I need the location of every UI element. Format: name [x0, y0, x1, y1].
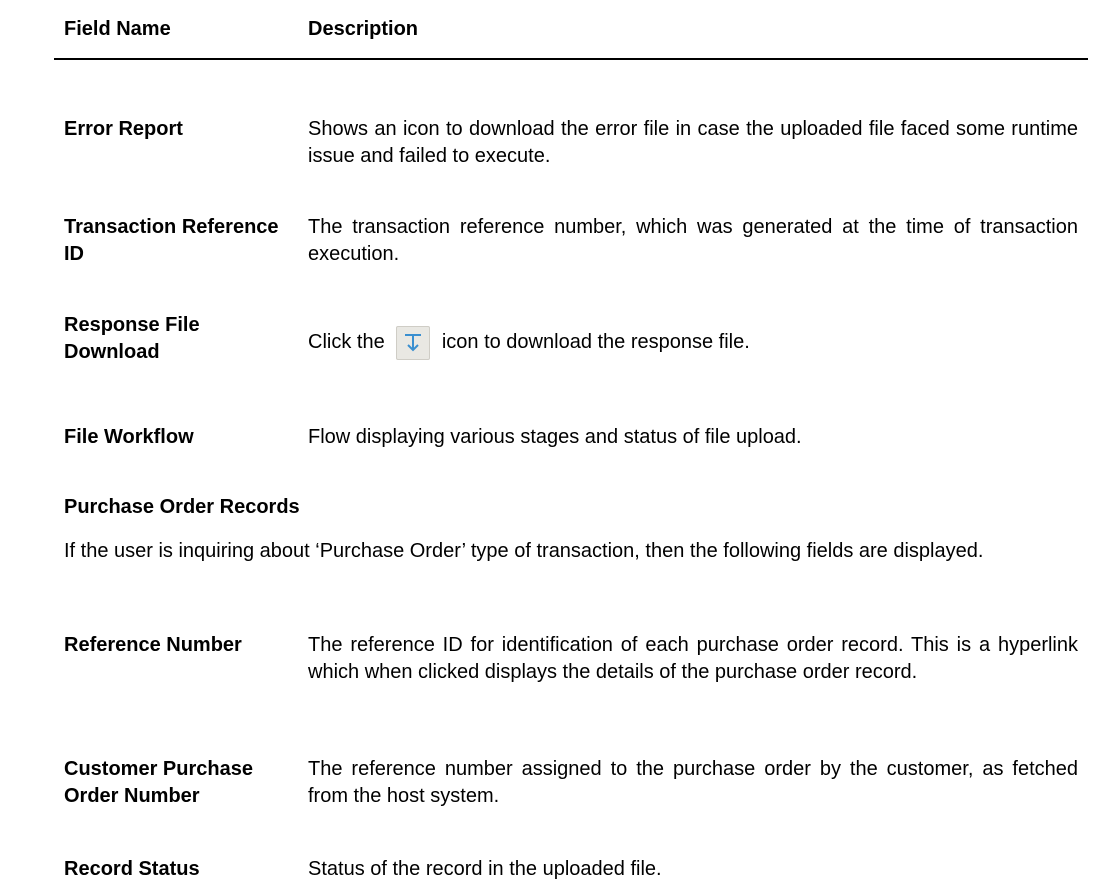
field-name: Reference Number: [64, 634, 242, 656]
field-description: The transaction reference number, which …: [308, 216, 1078, 265]
description-header: Description: [308, 18, 419, 40]
field-description: The reference ID for identification of e…: [308, 634, 1078, 683]
download-icon: [396, 326, 431, 360]
description-text-after: icon to download the response file.: [441, 331, 750, 353]
field-name-header: Field Name: [64, 18, 171, 40]
field-description: Flow displaying various stages and statu…: [308, 426, 802, 448]
header-divider: [54, 58, 1088, 60]
field-description: Shows an icon to download the error file…: [308, 118, 1078, 167]
field-name: Record Status: [64, 858, 200, 880]
section-title: Purchase Order Records: [64, 496, 300, 518]
field-description: Status of the record in the uploaded fil…: [308, 858, 662, 880]
field-description: Click the icon to download the response …: [308, 326, 1078, 360]
section-intro: If the user is inquiring about ‘Purchase…: [64, 540, 984, 562]
field-description: The reference number assigned to the pur…: [308, 758, 1078, 807]
field-name: Customer Purchase Order Number: [64, 758, 253, 807]
field-name: File Workflow: [64, 426, 194, 448]
description-text-before: Click the: [308, 331, 385, 353]
field-name: Error Report: [64, 118, 183, 140]
field-name: Transaction Reference ID: [64, 216, 279, 265]
field-name: Response File Download: [64, 314, 200, 363]
